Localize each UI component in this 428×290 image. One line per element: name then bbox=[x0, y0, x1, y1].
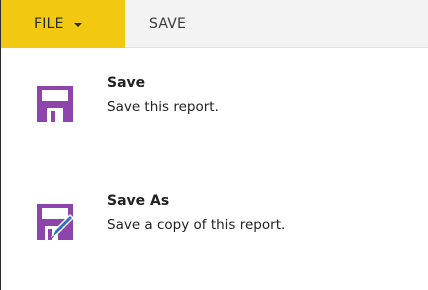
tab-save-label: SAVE bbox=[149, 16, 187, 32]
save-title: Save bbox=[107, 75, 146, 91]
tab-file-label: FILE bbox=[34, 16, 64, 32]
save-as-title: Save As bbox=[107, 193, 170, 209]
save-as-menu-item[interactable]: Save As Save a copy of this report. bbox=[1, 190, 428, 260]
save-description: Save this report. bbox=[107, 99, 219, 115]
floppy-disk-icon bbox=[37, 86, 73, 122]
save-menu-item[interactable]: Save Save this report. bbox=[1, 70, 428, 140]
save-as-description: Save a copy of this report. bbox=[107, 217, 286, 233]
file-menu-panel: FILE SAVE Save Save this report. Save As… bbox=[0, 0, 428, 290]
chevron-down-icon bbox=[73, 23, 82, 27]
ribbon-bar: FILE SAVE bbox=[1, 0, 428, 48]
tab-file[interactable]: FILE bbox=[1, 0, 125, 48]
tab-save[interactable]: SAVE bbox=[149, 0, 186, 48]
floppy-disk-pencil-icon bbox=[37, 204, 73, 240]
